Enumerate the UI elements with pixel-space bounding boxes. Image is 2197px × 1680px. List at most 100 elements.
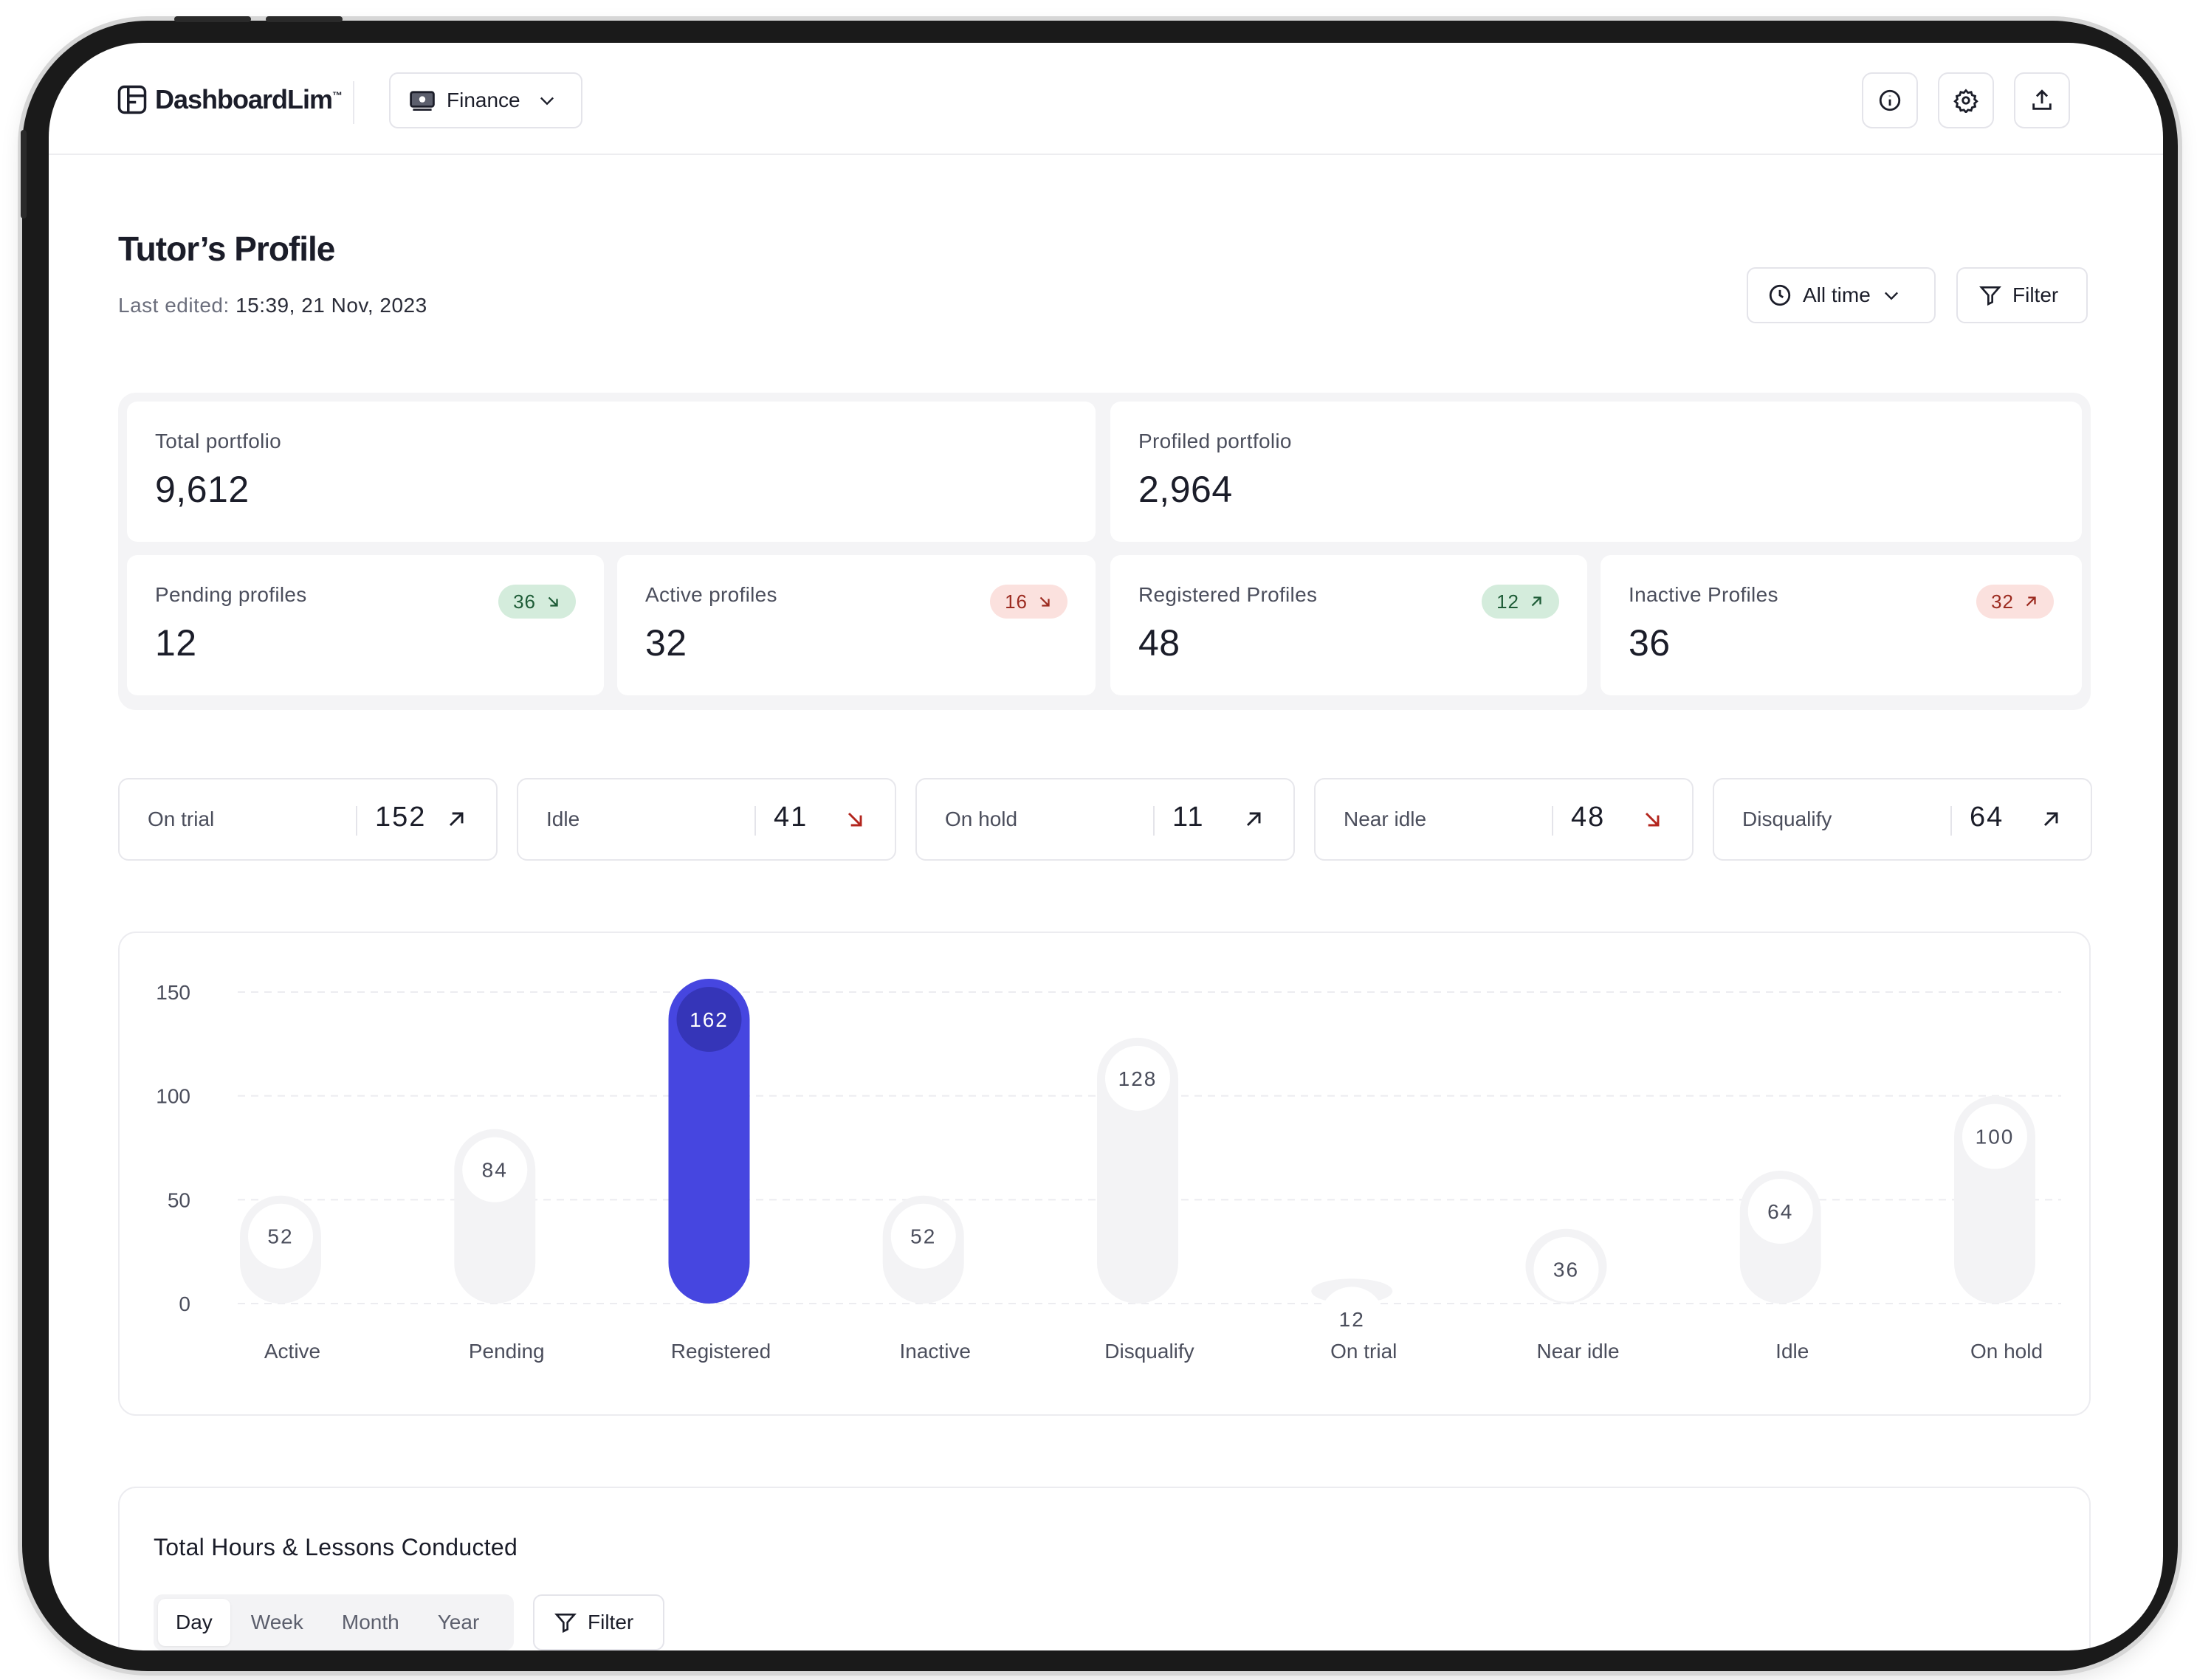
- filter-button[interactable]: Filter: [1956, 267, 2088, 323]
- metric-divider: [754, 806, 756, 836]
- arrow-up-right-icon: [449, 812, 464, 827]
- chevron-down-icon: [1884, 292, 1898, 300]
- x-tick-label: Inactive: [900, 1340, 972, 1363]
- bar-value-label: 162: [690, 1008, 729, 1031]
- tab-day[interactable]: Day: [158, 1599, 230, 1646]
- period-tabs: Day Week Month Year: [154, 1594, 514, 1650]
- brand-logo[interactable]: DashboardLim™: [117, 84, 343, 115]
- arrow-down-right-icon: [548, 596, 558, 607]
- metric-on-trial[interactable]: On trial 152: [118, 778, 498, 861]
- banknote-icon: [410, 91, 435, 111]
- x-tick-label: On hold: [1970, 1340, 2043, 1363]
- device-side-button: [21, 130, 27, 218]
- y-tick-label: 0: [179, 1292, 190, 1315]
- active-profiles-card: Active profiles 32 16: [617, 555, 1096, 695]
- workspace-selector[interactable]: Finance: [389, 72, 582, 128]
- bar-value-label: 52: [910, 1225, 936, 1248]
- trend-badge: 16: [990, 585, 1067, 619]
- filter-icon: [1979, 286, 2001, 306]
- metric-near-idle[interactable]: Near idle 48: [1314, 778, 1694, 861]
- arrow-up-right-icon: [1531, 596, 1541, 607]
- profile-stats: Total portfolio 9,612 Profiled portfolio…: [118, 393, 2091, 710]
- device-top-button: [266, 16, 343, 22]
- profiled-portfolio-card: Profiled portfolio 2,964: [1110, 402, 2082, 542]
- stat-value: 32: [645, 622, 687, 664]
- info-icon: [1879, 89, 1901, 111]
- arrow-up-right-icon: [2026, 596, 2036, 607]
- metric-label: On hold: [945, 808, 1018, 830]
- metric-value: 41: [774, 802, 808, 833]
- device-top-button: [174, 16, 251, 22]
- pending-profiles-card: Pending profiles 12 36: [127, 555, 604, 695]
- registered-profiles-card: Registered Profiles 48 12: [1110, 555, 1587, 695]
- trend-badge: 12: [1482, 585, 1559, 619]
- export-button[interactable]: [2014, 72, 2070, 128]
- metric-divider: [356, 806, 357, 836]
- filter-icon: [554, 1614, 577, 1633]
- y-tick-label: 150: [156, 981, 190, 1004]
- metric-value: 11: [1172, 802, 1205, 833]
- stat-label: Inactive Profiles: [1629, 583, 1778, 606]
- bar-value-label: 12: [1339, 1308, 1365, 1331]
- lessons-filter-button[interactable]: Filter: [533, 1594, 664, 1650]
- hours-lessons-card: Total Hours & Lessons Conducted Day Week…: [118, 1487, 2091, 1650]
- stat-label: Pending profiles: [155, 583, 307, 606]
- arrow-up-right-icon: [2043, 812, 2058, 827]
- bar-value-label: 52: [267, 1225, 293, 1248]
- stat-value: 12: [155, 622, 197, 664]
- profile-status-chart: 0 50 100 150 52 Active 84 Pending 162 Registered 5…: [118, 932, 2091, 1416]
- total-portfolio-card: Total portfolio 9,612: [127, 402, 1096, 542]
- trend-badge: 36: [498, 585, 576, 619]
- metric-disqualify[interactable]: Disqualify 64: [1713, 778, 2092, 861]
- x-tick-label: Active: [264, 1340, 320, 1363]
- bar-value-label: 128: [1118, 1067, 1158, 1090]
- inactive-profiles-card: Inactive Profiles 36 32: [1601, 555, 2082, 695]
- x-tick-label: Near idle: [1536, 1340, 1619, 1363]
- y-tick-label: 50: [168, 1188, 190, 1211]
- x-tick-label: Pending: [469, 1340, 545, 1363]
- y-tick-label: 100: [156, 1085, 190, 1108]
- stat-value: 36: [1629, 622, 1671, 664]
- metric-label: Disqualify: [1742, 808, 1832, 830]
- bar-value-label: 36: [1553, 1259, 1579, 1281]
- arrow-up-right-icon: [1246, 812, 1261, 827]
- header-divider: [353, 81, 354, 124]
- metric-label: Near idle: [1344, 808, 1427, 830]
- page-title: Tutor’s Profile: [118, 230, 335, 268]
- tab-week[interactable]: Week: [233, 1599, 321, 1646]
- bar-value-label: 84: [482, 1159, 508, 1182]
- stat-value: 48: [1138, 622, 1180, 664]
- metric-value: 48: [1571, 802, 1606, 833]
- stat-value: 9,612: [155, 469, 250, 510]
- x-tick-label: Disqualify: [1104, 1340, 1194, 1363]
- metric-label: On trial: [148, 808, 215, 830]
- bar-value-label: 100: [1976, 1126, 2015, 1149]
- gear-icon: [1953, 89, 1978, 113]
- stat-value: 2,964: [1138, 469, 1233, 510]
- stat-label: Active profiles: [645, 583, 777, 606]
- metric-on-hold[interactable]: On hold 11: [915, 778, 1295, 861]
- metric-value: 64: [1970, 802, 2004, 833]
- bar-value-label: 64: [1767, 1200, 1793, 1223]
- metric-divider: [1552, 806, 1553, 836]
- brand-name: DashboardLim™: [155, 84, 343, 114]
- tab-month[interactable]: Month: [324, 1599, 417, 1646]
- metric-divider: [1153, 806, 1155, 836]
- filter-label: Filter: [2012, 283, 2059, 306]
- tab-year[interactable]: Year: [420, 1599, 498, 1646]
- arrow-down-right-icon: [1645, 812, 1660, 827]
- x-tick-label: Idle: [1775, 1340, 1809, 1363]
- chevron-down-icon: [540, 97, 554, 106]
- filter-label: Filter: [588, 1611, 634, 1633]
- settings-button[interactable]: [1938, 72, 1994, 128]
- metric-divider: [1950, 806, 1952, 836]
- stat-label: Profiled portfolio: [1138, 430, 1292, 452]
- clock-icon: [1769, 284, 1791, 306]
- arrow-down-right-icon: [1039, 596, 1050, 607]
- metric-idle[interactable]: Idle 41: [517, 778, 896, 861]
- workspace-label: Finance: [447, 89, 520, 111]
- logo-icon: [117, 85, 147, 114]
- time-range-selector[interactable]: All time: [1747, 267, 1936, 323]
- info-button[interactable]: [1862, 72, 1918, 128]
- metric-value: 152: [375, 802, 427, 833]
